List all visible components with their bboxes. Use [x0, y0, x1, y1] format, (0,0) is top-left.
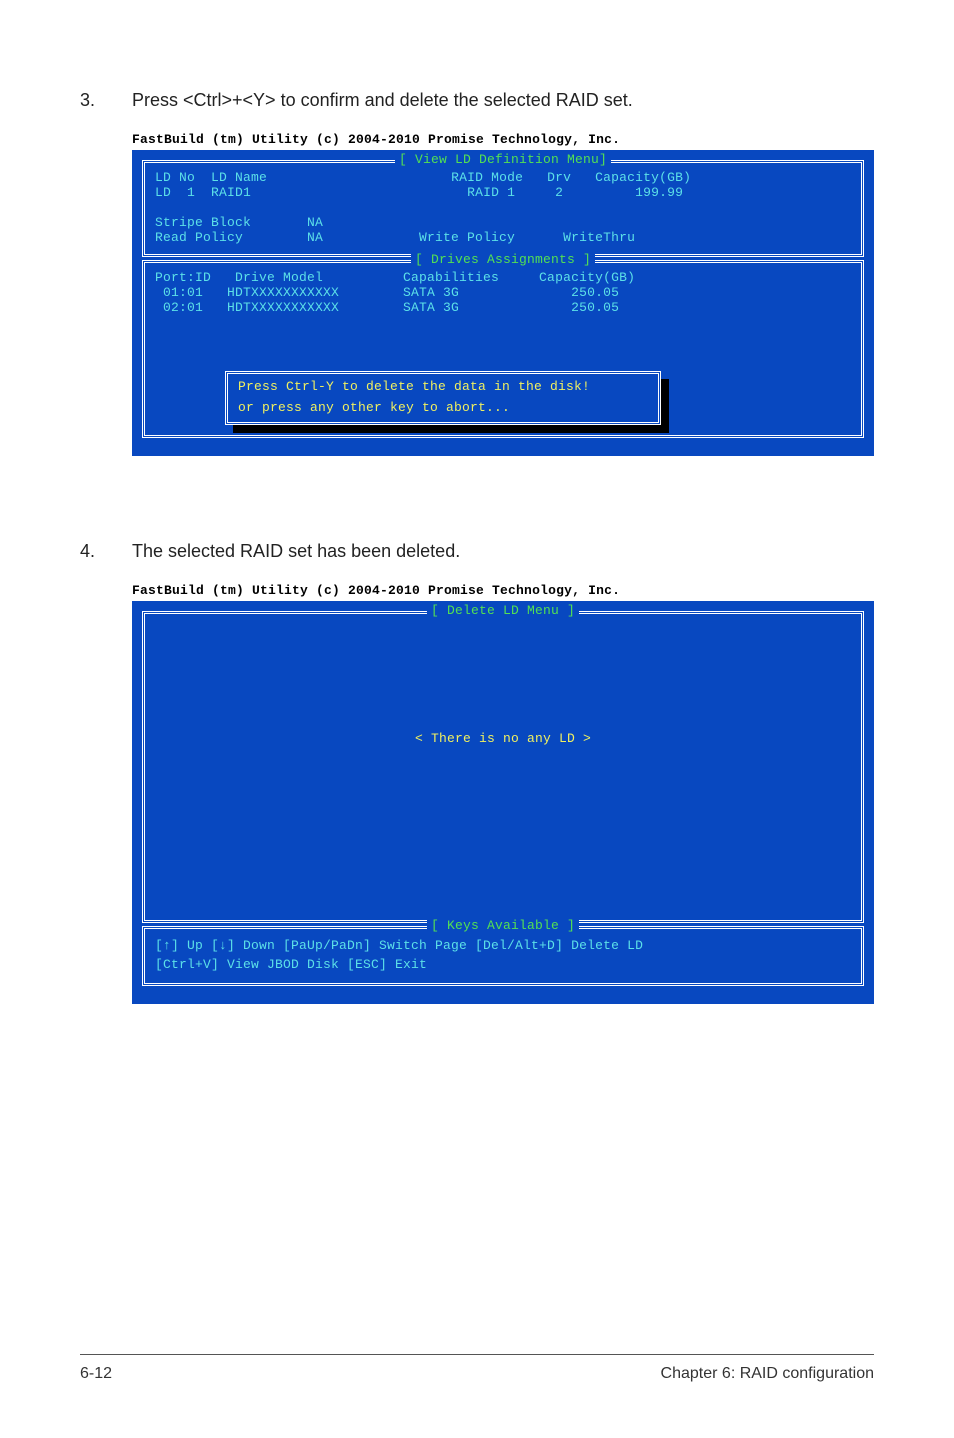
ld-def-readpolicy: Read Policy NA — [155, 230, 323, 245]
step-3: 3. Press <Ctrl>+<Y> to confirm and delet… — [80, 90, 874, 111]
panel-title-keys: [ Keys Available ] — [427, 919, 579, 934]
page: 3. Press <Ctrl>+<Y> to confirm and delet… — [0, 0, 954, 1438]
drives-row-1: 01:01 HDTXXXXXXXXXXX SATA 3G 250.05 — [155, 285, 619, 300]
step-4: 4. The selected RAID set has been delete… — [80, 541, 874, 562]
drives-row-2: 02:01 HDTXXXXXXXXXXX SATA 3G 250.05 — [155, 300, 619, 315]
ld-def-header-left: LD No LD Name — [155, 170, 267, 185]
terminal-body-2: [ Delete LD Menu ] < There is no any LD … — [132, 601, 874, 1004]
keys-line-2: [Ctrl+V] View JBOD Disk [ESC] Exit — [155, 956, 851, 975]
keys-line-1: [↑] Up [↓] Down [PaUp/PaDn] Switch Page … — [155, 937, 851, 956]
step-3-text: Press <Ctrl>+<Y> to confirm and delete t… — [132, 90, 633, 111]
ld-def-row-right: RAID 1 2 199.99 — [467, 185, 683, 200]
drives-assignments-panel: [ Drives Assignments ] Port:ID Drive Mod… — [142, 260, 864, 439]
panel-title-delete-ld: [ Delete LD Menu ] — [427, 604, 579, 619]
dialog-line-1: Press Ctrl-Y to delete the data in the d… — [238, 380, 648, 395]
dialog-box: Press Ctrl-Y to delete the data in the d… — [225, 371, 661, 425]
dialog-line-2: or press any other key to abort... — [238, 401, 648, 416]
panel-title-drives: [ Drives Assignments ] — [411, 253, 595, 268]
panel-title-view-ld: [ View LD Definition Menu] — [395, 153, 611, 168]
no-ld-message: < There is no any LD > — [155, 732, 851, 747]
step-3-number: 3. — [80, 90, 132, 111]
page-footer: 6-12 Chapter 6: RAID configuration — [80, 1354, 874, 1383]
keys-available-panel: [ Keys Available ] [↑] Up [↓] Down [PaUp… — [142, 926, 864, 986]
chapter-title: Chapter 6: RAID configuration — [661, 1365, 874, 1383]
delete-ld-menu-panel: [ Delete LD Menu ] < There is no any LD … — [142, 611, 864, 923]
confirm-dialog: Press Ctrl-Y to delete the data in the d… — [225, 371, 661, 425]
step-4-number: 4. — [80, 541, 132, 562]
screenshot-view-ld-definition: FastBuild (tm) Utility (c) 2004-2010 Pro… — [132, 133, 874, 456]
fastbuild-header-text: FastBuild (tm) Utility (c) 2004-2010 Pro… — [132, 133, 874, 148]
ld-def-row-left: LD 1 RAID1 — [155, 185, 251, 200]
ld-def-writepolicy: Write Policy WriteThru — [419, 230, 635, 245]
screenshot-delete-ld-menu: FastBuild (tm) Utility (c) 2004-2010 Pro… — [132, 584, 874, 1004]
drives-content: Port:ID Drive Model Capabilities Capacit… — [155, 271, 851, 376]
page-number: 6-12 — [80, 1365, 112, 1383]
drives-header-row: Port:ID Drive Model Capabilities Capacit… — [155, 270, 635, 285]
terminal-body: [ View LD Definition Menu] LD No LD Name… — [132, 150, 874, 456]
view-ld-definition-panel: [ View LD Definition Menu] LD No LD Name… — [142, 160, 864, 257]
ld-def-stripe: Stripe Block NA — [155, 215, 323, 230]
ld-def-header-right: RAID Mode Drv Capacity(GB) — [451, 170, 691, 185]
ld-definition-content: LD No LD Name RAID Mode Drv Capacity(GB)… — [155, 171, 851, 246]
step-4-text: The selected RAID set has been deleted. — [132, 541, 460, 562]
fastbuild-header-text-2: FastBuild (tm) Utility (c) 2004-2010 Pro… — [132, 584, 874, 599]
